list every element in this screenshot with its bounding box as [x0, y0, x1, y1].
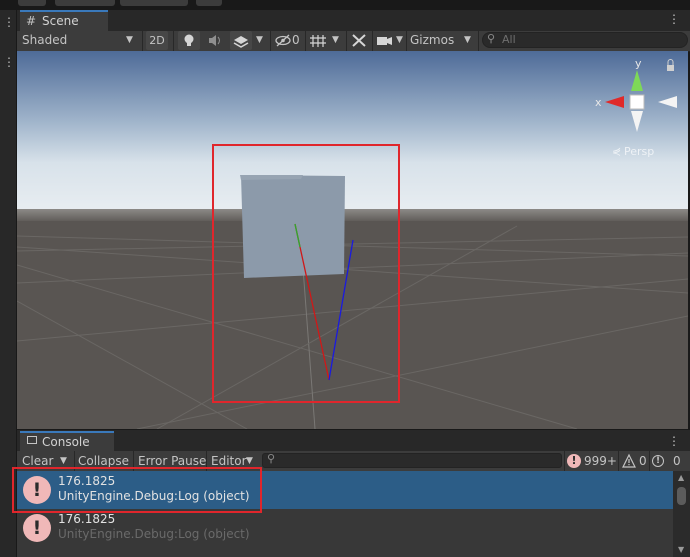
menu-icon[interactable]: ⋮	[668, 12, 680, 26]
menu-icon[interactable]: ⋮	[3, 15, 15, 29]
error-icon: !	[23, 514, 51, 542]
gizmo-axis-y-label: y	[635, 57, 642, 70]
audio-icon	[209, 35, 220, 46]
toolbar-divider	[564, 451, 565, 471]
warning-filter-toggle[interactable]: 0	[622, 452, 648, 470]
chevron-down-icon: ▼	[464, 35, 471, 45]
toolbar-divider	[305, 31, 306, 51]
tools-toggle[interactable]	[349, 31, 369, 50]
hidden-count: 0	[292, 33, 300, 47]
chevron-down-icon[interactable]: ▼	[396, 31, 406, 50]
toolbar-divider	[372, 31, 373, 51]
clear-label: Clear	[22, 454, 54, 468]
toolbar-divider	[618, 451, 619, 471]
camera-icon	[377, 37, 392, 45]
tab-scene-label: Scene	[42, 14, 79, 28]
lock-icon[interactable]	[667, 65, 674, 71]
chevron-down-icon: ▼	[126, 35, 133, 45]
scroll-up-icon[interactable]: ▲	[678, 473, 684, 482]
toolbar-divider	[142, 31, 143, 51]
hash-icon: #	[26, 14, 37, 28]
error-filter-toggle[interactable]: ! 999+	[567, 452, 617, 470]
gizmos-label: Gizmos	[410, 33, 455, 47]
grid-toggle[interactable]	[308, 31, 328, 50]
tools-icon	[352, 34, 366, 47]
top-tab-partial[interactable]	[120, 0, 188, 6]
error-icon: !	[567, 454, 581, 468]
2d-toggle-button[interactable]: 2D	[146, 31, 168, 50]
console-tab-bar	[17, 430, 690, 452]
menu-icon[interactable]: ⋮	[668, 434, 680, 448]
lighting-toggle[interactable]	[178, 31, 200, 50]
scene-search-input[interactable]: ⚲ All	[482, 32, 688, 48]
scroll-down-icon[interactable]: ▼	[678, 545, 684, 554]
toolbar-divider	[173, 31, 174, 51]
grid-icon	[310, 35, 326, 47]
warning-icon	[622, 453, 636, 468]
menu-icon[interactable]: ⋮	[3, 55, 15, 69]
top-tab-partial[interactable]	[55, 0, 115, 6]
camera-settings-button[interactable]	[375, 31, 395, 50]
gizmos-dropdown[interactable]: Gizmos ▼	[410, 31, 476, 50]
persp-label[interactable]: Persp	[624, 145, 654, 158]
toolbar-divider	[406, 31, 407, 51]
top-tab-partial[interactable]	[18, 0, 46, 6]
console-icon	[27, 436, 37, 444]
chevron-down-icon[interactable]: ▼	[256, 31, 268, 50]
shading-mode-dropdown[interactable]: Shaded ▼	[22, 31, 138, 50]
audio-toggle[interactable]	[204, 31, 226, 50]
log-detail: UnityEngine.Debug:Log (object)	[58, 527, 250, 541]
gizmo-axis-x-label: x	[595, 96, 602, 109]
top-tab-partial[interactable]	[196, 0, 222, 6]
console-scrollbar[interactable]: ▲ ▼	[673, 471, 690, 557]
search-icon: ⚲	[487, 32, 496, 45]
scene-tab-bar	[17, 10, 690, 31]
console-search-input[interactable]: ⚲	[262, 452, 562, 468]
info-filter-toggle[interactable]: ! 0	[652, 452, 682, 470]
info-icon: !	[652, 455, 664, 467]
scene-visibility-toggle[interactable]: 0	[274, 31, 304, 50]
tab-console[interactable]: Console	[20, 431, 114, 452]
info-count: 0	[673, 454, 681, 468]
persp-label-icon[interactable]: ⋞	[612, 145, 621, 158]
lightbulb-icon	[184, 34, 194, 46]
visibility-icon	[275, 34, 291, 47]
annotation-box-scene	[212, 144, 400, 403]
toolbar-divider	[346, 31, 347, 51]
editor-label: Editor	[211, 454, 247, 468]
error-count: 999+	[584, 454, 617, 468]
shading-mode-label: Shaded	[22, 33, 68, 47]
log-message: 176.1825	[58, 512, 116, 526]
annotation-box-console	[12, 467, 262, 513]
chevron-down-icon[interactable]: ▼	[332, 31, 344, 50]
2d-toggle-label: 2D	[149, 34, 165, 47]
effects-icon	[233, 36, 249, 48]
toolbar-divider	[270, 31, 271, 51]
toolbar-divider	[649, 451, 650, 471]
scene-search-placeholder: All	[502, 33, 516, 46]
tab-console-label: Console	[42, 435, 90, 449]
toolbar-divider	[478, 31, 479, 51]
warning-count: 0	[639, 454, 647, 468]
effects-toggle[interactable]	[230, 31, 252, 50]
scrollbar-thumb[interactable]	[677, 487, 686, 505]
log-entry[interactable]: ! 176.1825 UnityEngine.Debug:Log (object…	[17, 509, 673, 547]
tab-scene[interactable]: # Scene	[20, 10, 108, 31]
search-icon: ⚲	[267, 452, 276, 465]
